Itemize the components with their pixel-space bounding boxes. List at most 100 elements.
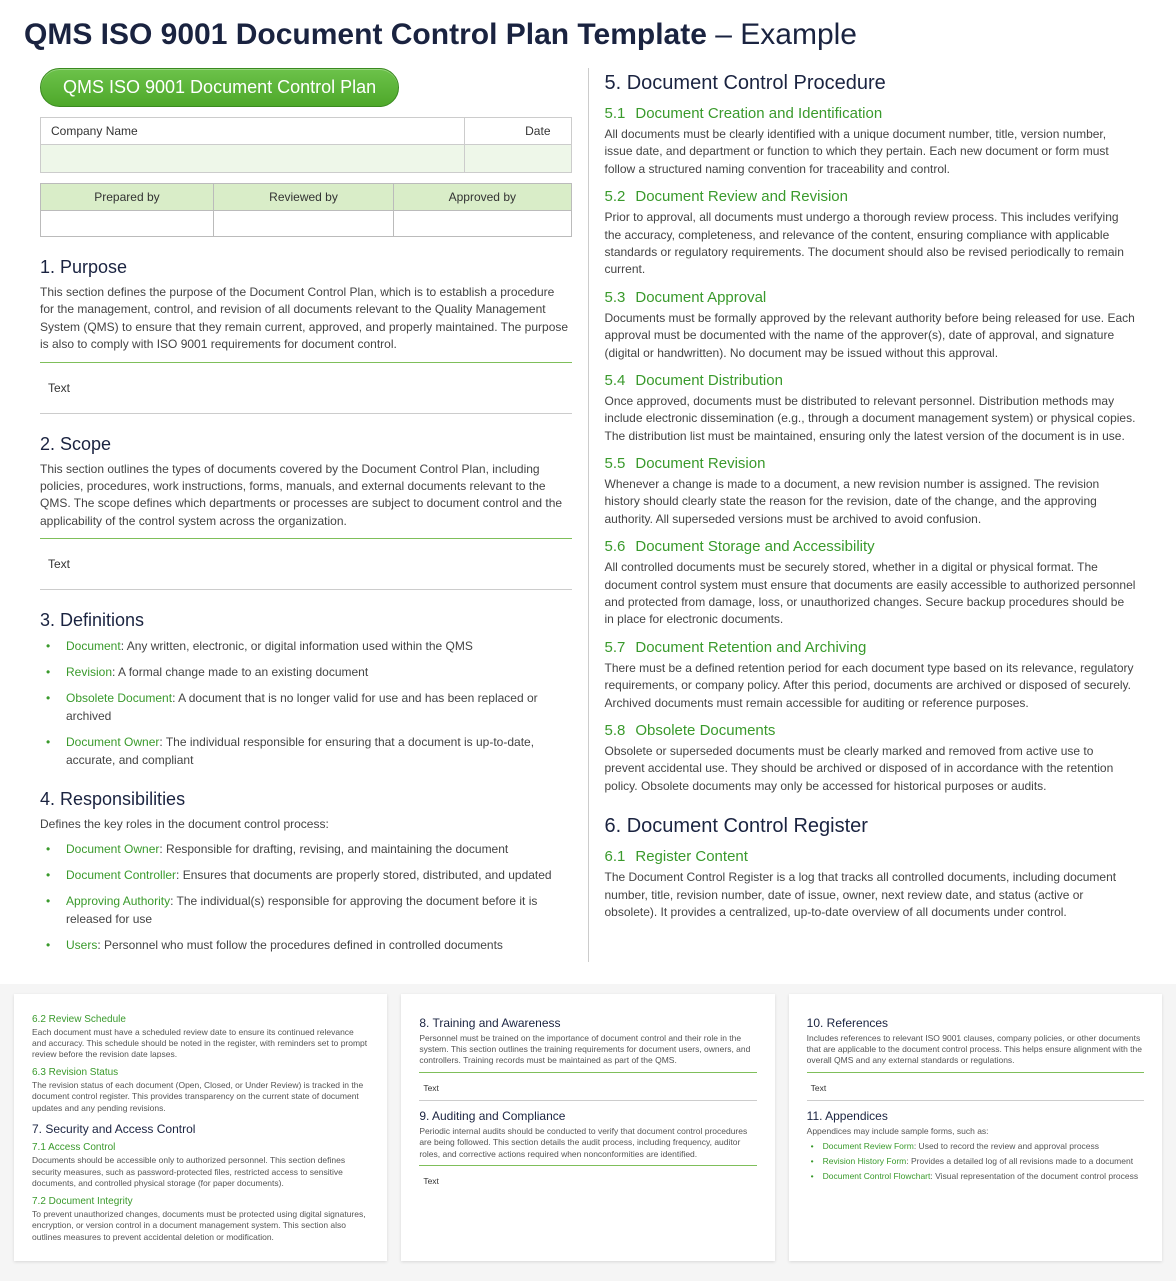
list-item: Approving Authority: The individual(s) r… (58, 892, 572, 928)
body-text: Documents should be accessible only to a… (32, 1155, 369, 1189)
divider (419, 1072, 756, 1073)
definition: : Provides a detailed log of all revisio… (906, 1156, 1133, 1166)
divider (419, 1165, 756, 1166)
list-item: Revision: A formal change made to an exi… (58, 663, 572, 681)
right-column: 5. Document Control Procedure 5.1Documen… (589, 60, 1153, 970)
divider (40, 589, 572, 590)
section-6-heading: 6. Document Control Register (605, 815, 1137, 838)
section-5-8-heading: 5.8Obsolete Documents (605, 722, 1137, 739)
list-item: Users: Personnel who must follow the pro… (58, 936, 572, 954)
term: Revision (66, 665, 112, 679)
approved-by-cell[interactable] (394, 211, 571, 237)
section-5-3-heading: 5.3Document Approval (605, 289, 1137, 306)
section-6-1-body: The Document Control Register is a log t… (605, 869, 1137, 921)
sub-heading: 7.2 Document Integrity (32, 1196, 369, 1207)
meta-table: Company NameDate (40, 117, 572, 173)
section-5-7-heading: 5.7Document Retention and Archiving (605, 639, 1137, 656)
body-text: Includes references to relevant ISO 9001… (807, 1033, 1144, 1067)
sub-number: 5.4 (605, 372, 626, 389)
body-text: The revision status of each document (Op… (32, 1080, 369, 1114)
term: Obsolete Document (66, 691, 172, 705)
term: Document Controller (66, 868, 176, 882)
term: Document Control Flowchart (823, 1171, 931, 1181)
prepared-by-hdr: Prepared by (41, 184, 214, 211)
section-2-text-input[interactable]: Text (40, 553, 572, 575)
section-1-heading: 1. Purpose (40, 257, 572, 278)
list-item: Document Owner: Responsible for drafting… (58, 840, 572, 858)
list-item: Document Review Form: Used to record the… (819, 1141, 1144, 1153)
definition: : Ensures that documents are properly st… (176, 868, 552, 882)
responsibilities-list: Document Owner: Responsible for drafting… (40, 840, 572, 954)
section-4-heading: 4. Responsibilities (40, 789, 572, 810)
section-5-5-body: Whenever a change is made to a document,… (605, 476, 1137, 528)
definition: : Personnel who must follow the procedur… (97, 938, 503, 952)
sub-number: 5.7 (605, 639, 626, 656)
term: Document (66, 639, 121, 653)
divider (419, 1100, 756, 1101)
sub-title: Document Revision (635, 455, 765, 472)
section-5-4-heading: 5.4 Document Distribution (605, 372, 1137, 389)
sub-title: Obsolete Documents (635, 722, 775, 739)
list-item: Document: Any written, electronic, or di… (58, 637, 572, 655)
company-input[interactable] (41, 145, 465, 173)
page-thumbnails: 6.2 Review Schedule Each document must h… (0, 984, 1176, 1281)
document-title-pill: QMS ISO 9001 Document Control Plan (40, 68, 399, 107)
divider (40, 538, 572, 539)
text-placeholder: Text (807, 1081, 1144, 1095)
left-column: QMS ISO 9001 Document Control Plan Compa… (24, 60, 588, 970)
section-5-1-heading: 5.1Document Creation and Identification (605, 105, 1137, 122)
divider (40, 413, 572, 414)
prepared-by-cell[interactable] (41, 211, 214, 237)
section-heading: 9. Auditing and Compliance (419, 1109, 756, 1123)
thumbnail-page-2[interactable]: 6.2 Review Schedule Each document must h… (14, 994, 387, 1262)
term: Document Owner (66, 735, 159, 749)
company-label: Company Name (41, 118, 465, 145)
title-main: QMS ISO 9001 Document Control Plan Templ… (24, 18, 707, 51)
sub-number: 6.1 (605, 848, 626, 865)
page-title: QMS ISO 9001 Document Control Plan Templ… (0, 0, 1176, 60)
text-placeholder: Text (419, 1081, 756, 1095)
section-heading: 10. References (807, 1016, 1144, 1030)
sub-number: 5.6 (605, 538, 626, 555)
term: Approving Authority (66, 894, 170, 908)
list-item: Document Control Flowchart: Visual repre… (819, 1171, 1144, 1183)
sub-heading: 7.1 Access Control (32, 1142, 369, 1153)
section-5-4-body: Once approved, documents must be distrib… (605, 393, 1137, 445)
section-2-body: This section outlines the types of docum… (40, 461, 572, 531)
body-text: Each document must have a scheduled revi… (32, 1027, 369, 1061)
reviewed-by-hdr: Reviewed by (213, 184, 393, 211)
definition: : Used to record the review and approval… (914, 1141, 1099, 1151)
divider (807, 1072, 1144, 1073)
definition: : Responsible for drafting, revising, an… (159, 842, 508, 856)
section-5-6-body: All controlled documents must be securel… (605, 559, 1137, 629)
sub-number: 5.2 (605, 188, 626, 205)
section-5-2-body: Prior to approval, all documents must un… (605, 209, 1137, 279)
sub-number: 5.5 (605, 455, 626, 472)
body-text: Personnel must be trained on the importa… (419, 1033, 756, 1067)
sub-title: Document Review and Revision (635, 188, 848, 205)
section-2-heading: 2. Scope (40, 434, 572, 455)
thumbnail-page-4[interactable]: 10. References Includes references to re… (789, 994, 1162, 1262)
appendices-list: Document Review Form: Used to record the… (807, 1141, 1144, 1183)
list-item: Document Owner: The individual responsib… (58, 733, 572, 769)
section-1-text-input[interactable]: Text (40, 377, 572, 399)
section-1-body: This section defines the purpose of the … (40, 284, 572, 354)
sub-title: Register Content (635, 848, 748, 865)
date-input[interactable] (465, 145, 571, 173)
section-heading: 7. Security and Access Control (32, 1122, 369, 1136)
sub-title: Document Distribution (635, 372, 783, 389)
section-5-2-heading: 5.2 Document Review and Revision (605, 188, 1137, 205)
sub-title: Document Approval (635, 289, 766, 306)
thumbnail-page-3[interactable]: 8. Training and Awareness Personnel must… (401, 994, 774, 1262)
section-4-body: Defines the key roles in the document co… (40, 816, 572, 833)
sub-number: 5.1 (605, 105, 626, 122)
section-3-heading: 3. Definitions (40, 610, 572, 631)
definition: : Visual representation of the document … (930, 1171, 1138, 1181)
divider (40, 362, 572, 363)
section-5-1-body: All documents must be clearly identified… (605, 126, 1137, 178)
section-5-6-heading: 5.6Document Storage and Accessibility (605, 538, 1137, 555)
definition: : A formal change made to an existing do… (112, 665, 368, 679)
section-5-3-body: Documents must be formally approved by t… (605, 310, 1137, 362)
section-5-5-heading: 5.5 Document Revision (605, 455, 1137, 472)
reviewed-by-cell[interactable] (213, 211, 393, 237)
